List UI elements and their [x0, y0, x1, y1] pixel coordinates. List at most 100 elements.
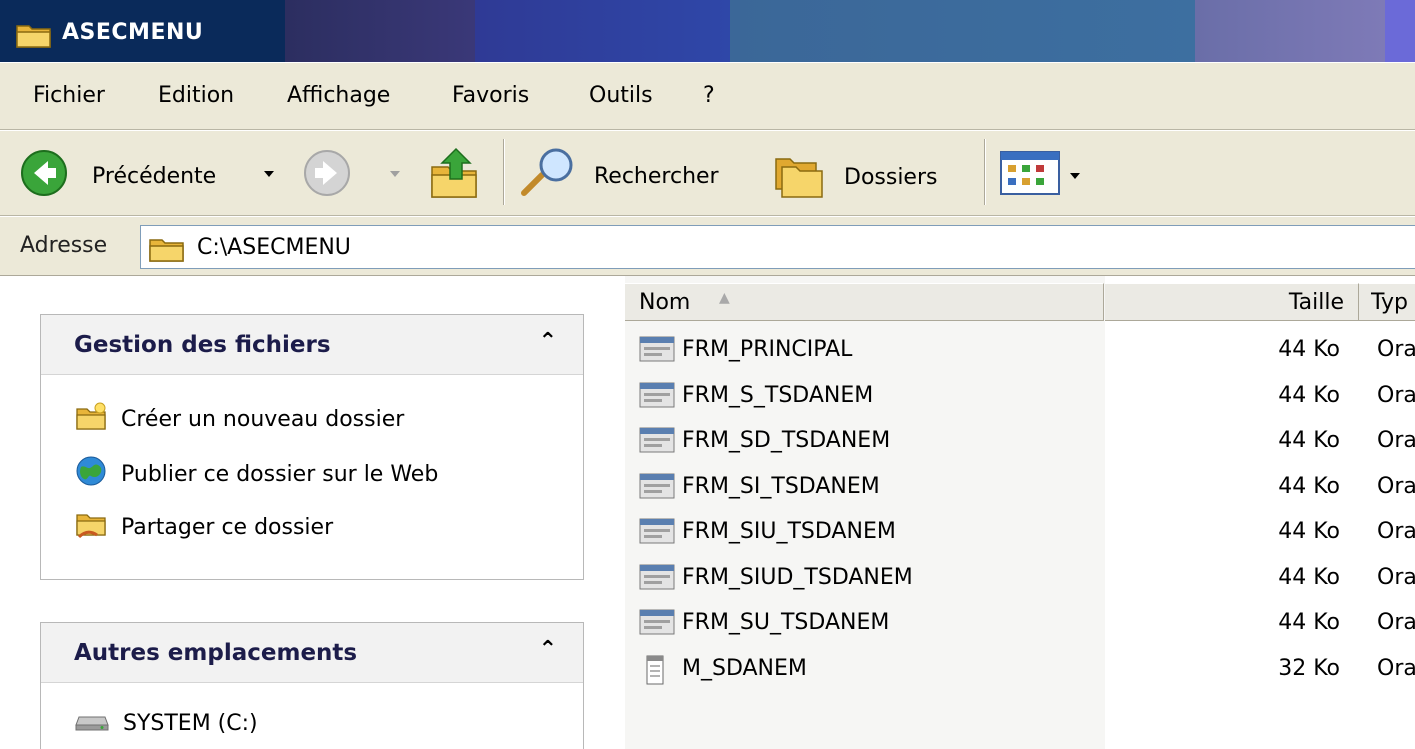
menu-edition[interactable]: Edition	[158, 83, 234, 108]
search-label: Rechercher	[594, 163, 719, 189]
table-row[interactable]: FRM_SIU_TSDANEM 44 Ko Ora	[625, 510, 1415, 554]
menu-affichage[interactable]: Affichage	[287, 83, 390, 108]
file-size: 44 Ko	[1278, 337, 1340, 362]
file-size: 44 Ko	[1278, 382, 1340, 408]
form-icon	[639, 609, 675, 641]
new-folder-icon	[75, 401, 107, 437]
toolbar-separator	[503, 139, 505, 205]
task-publish-web[interactable]: Publier ce dossier sur le Web	[75, 455, 438, 493]
column-label: Taille	[1288, 290, 1344, 315]
other-places-header[interactable]: Autres emplacements ⌃	[41, 623, 583, 683]
file-type: Ora	[1377, 382, 1415, 408]
folders-button[interactable]: Dossiers	[774, 149, 937, 205]
up-folder-icon	[428, 145, 480, 207]
file-list: Nom ▲ Taille Typ FRM_PRINCIPAL 44 Ko Ora FR…	[625, 276, 1415, 749]
file-name: M_SDANEM	[682, 655, 807, 681]
chevron-down-icon	[390, 171, 400, 177]
file-size: 32 Ko	[1278, 655, 1340, 681]
folders-icon	[774, 149, 826, 205]
file-size: 44 Ko	[1278, 610, 1340, 635]
globe-icon	[75, 455, 107, 493]
address-value: C:\ASECMENU	[197, 235, 351, 260]
file-name: FRM_SU_TSDANEM	[682, 610, 890, 635]
form-icon	[639, 336, 675, 368]
file-size: 44 Ko	[1278, 564, 1340, 590]
file-name: FRM_SD_TSDANEM	[682, 428, 891, 453]
address-input[interactable]: C:\ASECMENU	[140, 225, 1415, 269]
toolbar-separator	[984, 139, 986, 205]
menu-outils[interactable]: Outils	[589, 83, 653, 108]
form-icon	[639, 518, 675, 550]
table-row[interactable]: FRM_S_TSDANEM 44 Ko Ora	[625, 374, 1415, 418]
folder-icon	[149, 236, 185, 268]
file-name: FRM_S_TSDANEM	[682, 382, 874, 408]
address-bar: Adresse C:\ASECMENU	[0, 216, 1415, 276]
file-type: Ora	[1377, 564, 1415, 590]
column-header-type[interactable]: Typ	[1359, 283, 1415, 321]
task-label: Partager ce dossier	[121, 514, 334, 540]
column-header-size[interactable]: Taille	[1105, 283, 1359, 321]
window-title: ASECMENU	[62, 20, 204, 45]
file-tasks-title: Gestion des fichiers	[74, 332, 331, 358]
column-label: Nom	[639, 290, 691, 315]
hard-drive-icon	[75, 709, 109, 737]
file-type: Ora	[1377, 610, 1415, 635]
search-button[interactable]: Rechercher	[518, 147, 719, 205]
file-type: Ora	[1377, 519, 1415, 544]
back-button[interactable]: Précédente	[20, 149, 216, 203]
views-grid-icon	[1000, 151, 1062, 201]
views-button[interactable]	[1000, 151, 1080, 201]
file-name: FRM_SIUD_TSDANEM	[682, 564, 913, 590]
chevron-down-icon	[264, 171, 274, 177]
chevron-up-icon[interactable]: ⌃	[539, 637, 557, 662]
menu-fichier[interactable]: Fichier	[33, 83, 105, 108]
table-row[interactable]: FRM_SIUD_TSDANEM 44 Ko Ora	[625, 556, 1415, 600]
forward-button[interactable]	[303, 149, 351, 203]
file-name: FRM_SIU_TSDANEM	[682, 519, 896, 544]
file-name: FRM_SI_TSDANEM	[682, 473, 880, 499]
task-label: Créer un nouveau dossier	[121, 406, 405, 432]
forward-history-dropdown[interactable]	[390, 171, 400, 177]
file-type: Ora	[1377, 337, 1415, 362]
menu-favoris[interactable]: Favoris	[452, 83, 529, 108]
sort-ascending-icon: ▲	[719, 290, 730, 306]
file-name: FRM_PRINCIPAL	[682, 337, 853, 362]
table-row[interactable]: FRM_SD_TSDANEM 44 Ko Ora	[625, 419, 1415, 463]
task-label: Publier ce dossier sur le Web	[121, 461, 439, 487]
place-label: SYSTEM (C:)	[123, 710, 258, 736]
form-icon	[639, 473, 675, 505]
menu-help[interactable]: ?	[703, 83, 715, 108]
form-icon	[639, 382, 675, 414]
task-share-folder[interactable]: Partager ce dossier	[75, 509, 333, 545]
up-folder-button[interactable]	[428, 145, 480, 207]
column-header-name[interactable]: Nom ▲	[625, 283, 1104, 321]
title-bar[interactable]: ASECMENU	[0, 0, 1415, 62]
chevron-down-icon	[1070, 173, 1080, 179]
file-size: 44 Ko	[1278, 519, 1340, 544]
file-type: Ora	[1377, 473, 1415, 499]
table-row[interactable]: FRM_SU_TSDANEM 44 Ko Ora	[625, 601, 1415, 645]
table-row[interactable]: M_SDANEM 32 Ko Ora	[625, 647, 1415, 691]
other-places-title: Autres emplacements	[74, 640, 358, 666]
column-label: Typ	[1371, 290, 1408, 315]
file-type: Ora	[1377, 428, 1415, 453]
place-system-drive[interactable]: SYSTEM (C:)	[75, 709, 258, 737]
file-type: Ora	[1377, 655, 1415, 681]
menu-file-icon	[639, 655, 675, 691]
form-icon	[639, 564, 675, 596]
address-label: Adresse	[20, 233, 108, 258]
back-arrow-icon	[20, 149, 68, 203]
folder-icon	[16, 22, 52, 54]
task-new-folder[interactable]: Créer un nouveau dossier	[75, 401, 404, 437]
chevron-up-icon[interactable]: ⌃	[539, 329, 557, 354]
back-history-dropdown[interactable]	[264, 171, 274, 177]
file-tasks-header[interactable]: Gestion des fichiers ⌃	[41, 315, 583, 375]
file-size: 44 Ko	[1278, 428, 1340, 453]
form-icon	[639, 427, 675, 459]
menu-bar: Fichier Edition Affichage Favoris Outils…	[0, 62, 1415, 130]
task-pane: Gestion des fichiers ⌃ Créer un nouveau …	[0, 276, 625, 749]
table-row[interactable]: FRM_SI_TSDANEM 44 Ko Ora	[625, 465, 1415, 509]
file-tasks-panel: Gestion des fichiers ⌃ Créer un nouveau …	[40, 314, 584, 580]
table-row[interactable]: FRM_PRINCIPAL 44 Ko Ora	[625, 328, 1415, 372]
other-places-panel: Autres emplacements ⌃ SYSTEM (C:)	[40, 622, 584, 749]
